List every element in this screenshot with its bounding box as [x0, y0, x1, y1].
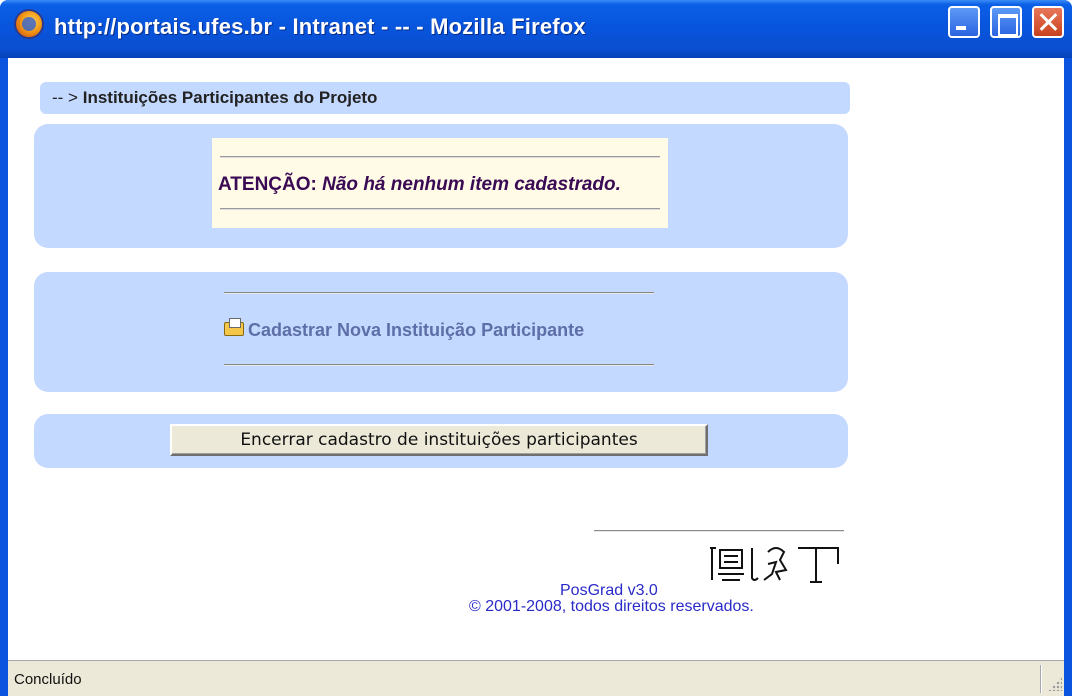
minimize-button[interactable]: [948, 6, 980, 38]
status-bar: Concluído: [8, 660, 1064, 696]
add-panel: Cadastrar Nova Instituição Participante: [34, 272, 848, 392]
notice-box: ATENÇÃO: Não há nenhum item cadastrado.: [212, 138, 668, 228]
firefox-icon: [14, 9, 44, 39]
notice-label: ATENÇÃO:: [218, 174, 317, 195]
maximize-button[interactable]: [990, 6, 1022, 38]
resize-grip-icon[interactable]: [1048, 677, 1062, 691]
window-title: http://portais.ufes.br - Intranet - -- -…: [54, 14, 586, 39]
add-institution-label: Cadastrar Nova Instituição Participante: [248, 320, 585, 340]
footer-divider: [594, 530, 844, 532]
divider: [224, 364, 654, 366]
copyright-text: © 2001-2008, todos direitos reservados.: [469, 598, 754, 615]
finish-panel: Encerrar cadastro de instituições partic…: [34, 414, 848, 468]
page-content: -- > Instituições Participantes do Proje…: [8, 58, 1064, 660]
add-institution-link[interactable]: Cadastrar Nova Instituição Participante: [224, 317, 585, 341]
close-window-button[interactable]: [1032, 6, 1064, 38]
notice-detail: Não há nenhum item cadastrado.: [322, 174, 621, 195]
folder-add-icon: [224, 317, 246, 336]
notice-panel: ATENÇÃO: Não há nenhum item cadastrado.: [34, 124, 848, 248]
page-title: Instituições Participantes do Projeto: [82, 88, 378, 107]
status-text: Concluído: [14, 671, 82, 688]
divider: [220, 208, 660, 210]
divider: [224, 292, 654, 294]
divider: [220, 156, 660, 158]
status-divider: [1040, 665, 1042, 693]
breadcrumb: -- > Instituições Participantes do Proje…: [40, 82, 850, 114]
title-bar[interactable]: http://portais.ufes.br - Intranet - -- -…: [0, 0, 1072, 58]
breadcrumb-prefix: -- >: [52, 88, 78, 107]
browser-window: http://portais.ufes.br - Intranet - -- -…: [0, 0, 1072, 696]
finish-registration-button[interactable]: Encerrar cadastro de instituições partic…: [170, 424, 708, 456]
notice-message: ATENÇÃO: Não há nenhum item cadastrado.: [218, 174, 621, 196]
hieroglyph-logo: [710, 547, 839, 583]
